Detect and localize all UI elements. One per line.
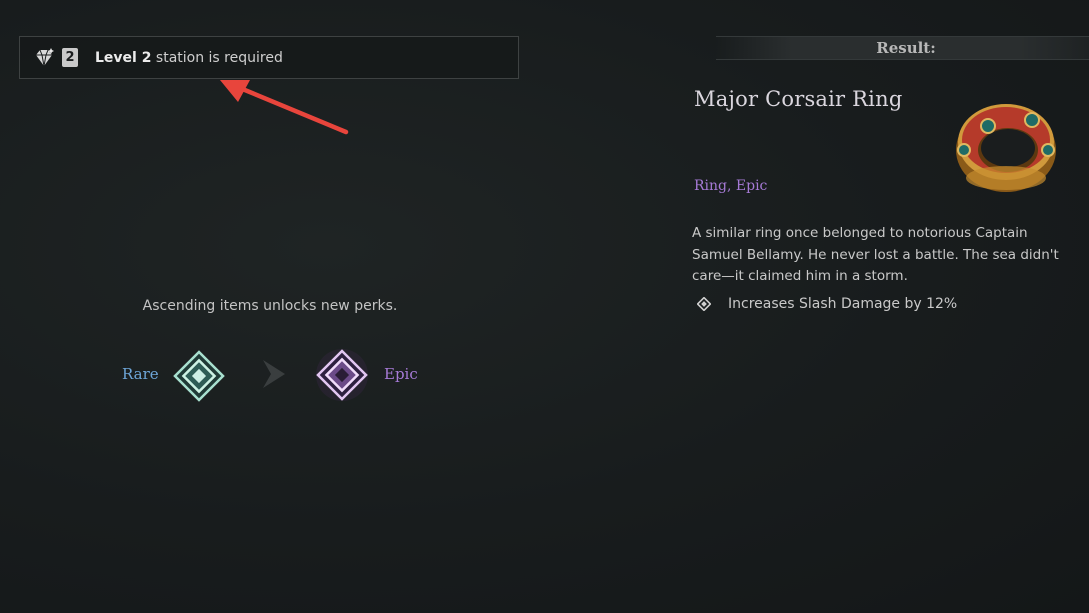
red-annotation-arrow [220,80,349,135]
rare-rarity-icon [173,350,225,402]
item-description: A similar ring once belonged to notoriou… [692,225,1059,284]
rarity-to-label: Epic [384,365,418,383]
requirement-level: Level 2 [95,49,152,66]
chevron-right-icon [263,360,285,388]
diamond-bullet-icon [697,297,711,311]
epic-rarity-icon [316,349,368,401]
perk-row: Increases Slash Damage by 12% [697,296,957,312]
result-header: Result: [716,36,1089,60]
station-requirement-banner: 2 Level 2 station is required [19,36,519,79]
ring-item-icon [956,104,1056,192]
perk-text: Increases Slash Damage by 12% [728,296,958,312]
ascend-caption: Ascending items unlocks new perks. [142,298,398,314]
gem-icon [32,47,56,69]
item-name: Major Corsair Ring [694,87,903,111]
requirement-text: Level 2 station is required [95,50,283,66]
item-type: Ring, Epic [694,178,768,194]
rarity-progression: Rare Epic [100,345,440,405]
rarity-from-label: Rare [122,365,159,383]
level-badge: 2 [62,48,78,67]
requirement-rest: station is required [155,49,283,66]
